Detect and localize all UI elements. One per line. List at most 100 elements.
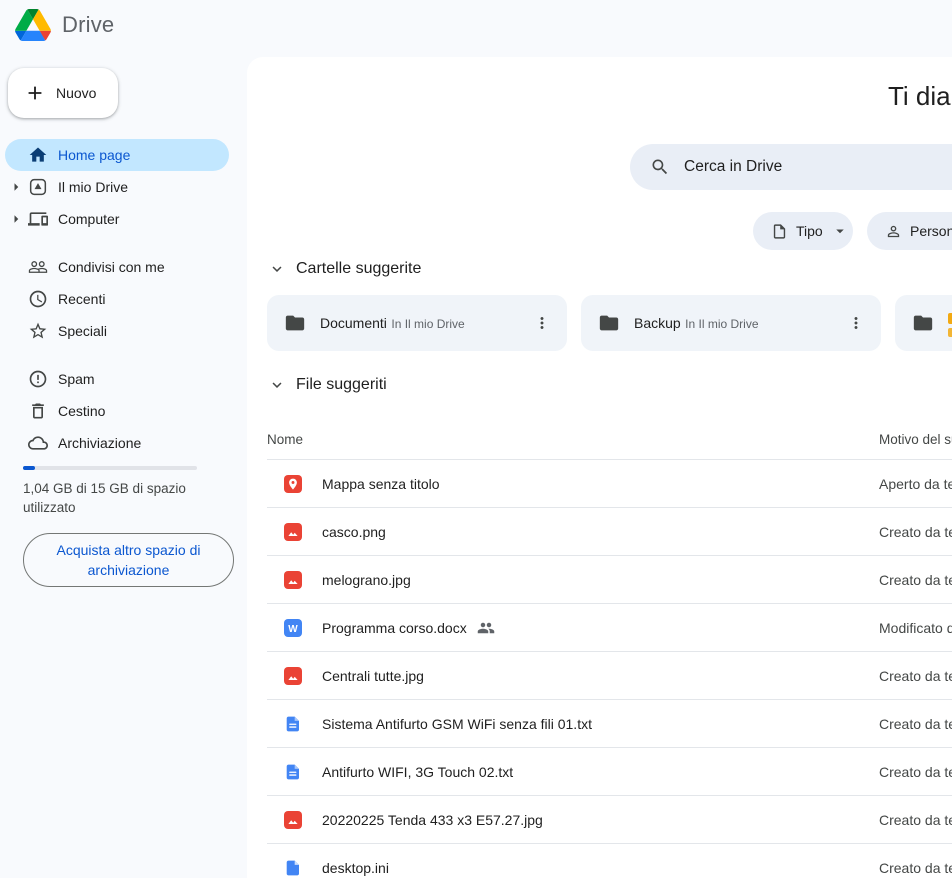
text-file-icon xyxy=(284,763,302,781)
file-name: Sistema Antifurto GSM WiFi senza fili 01… xyxy=(322,716,592,732)
sidebar-item-computers[interactable]: Computer xyxy=(5,203,229,235)
file-name: Antifurto WIFI, 3G Touch 02.txt xyxy=(322,764,513,780)
table-row[interactable]: Sistema Antifurto GSM WiFi senza fili 01… xyxy=(267,700,952,748)
storage-usage-text: 1,04 GB di 15 GB di spazio utilizzato xyxy=(23,479,209,517)
sidebar-item-spam[interactable]: Spam xyxy=(5,363,229,395)
search-icon xyxy=(650,157,670,177)
search-bar[interactable] xyxy=(630,144,952,190)
more-options-icon[interactable] xyxy=(843,310,869,336)
drive-logo-icon xyxy=(15,9,51,41)
filter-chip-people[interactable]: Persone xyxy=(867,212,952,250)
sidebar-item-storage[interactable]: Archiviazione xyxy=(5,427,229,459)
sidebar-item-label: Home page xyxy=(58,147,130,163)
folder-card-text xyxy=(948,310,952,337)
folder-card-text: Backup In Il mio Drive xyxy=(634,314,843,333)
shared-people-icon xyxy=(477,619,495,637)
chevron-down-icon xyxy=(268,260,286,278)
new-button[interactable]: Nuovo xyxy=(8,68,118,118)
expand-arrow-icon[interactable] xyxy=(7,178,25,196)
folder-card-clipped[interactable] xyxy=(895,295,952,351)
table-row[interactable]: casco.png Creato da te xyxy=(267,508,952,556)
file-name: Mappa senza titolo xyxy=(322,476,440,492)
file-name: melograno.jpg xyxy=(322,572,411,588)
folder-card-backup[interactable]: Backup In Il mio Drive xyxy=(581,295,881,351)
sidebar-item-home[interactable]: Home page xyxy=(5,139,229,171)
sidebar-item-label: Recenti xyxy=(58,291,105,307)
table-row[interactable]: desktop.ini Creato da te xyxy=(267,844,952,878)
file-reason: Aperto da te xyxy=(879,460,952,507)
table-row[interactable]: Mappa senza titolo Aperto da te xyxy=(267,460,952,508)
home-icon xyxy=(28,145,48,165)
file-name: 20220225 Tenda 433 x3 E57.27.jpg xyxy=(322,812,543,828)
sidebar-item-recent[interactable]: Recenti xyxy=(5,283,229,315)
map-file-icon xyxy=(284,475,302,493)
sidebar-item-label: Cestino xyxy=(58,403,105,419)
trash-icon xyxy=(28,401,48,421)
more-options-icon[interactable] xyxy=(529,310,555,336)
cloud-icon xyxy=(28,433,48,453)
column-header-reason[interactable]: Motivo del suggerimento xyxy=(879,432,952,447)
section-title: Cartelle suggerite xyxy=(296,260,421,278)
dropdown-arrow-icon xyxy=(831,222,849,240)
suggested-folders-header[interactable]: Cartelle suggerite xyxy=(268,260,421,278)
file-name: casco.png xyxy=(322,524,386,540)
sidebar-item-label: Il mio Drive xyxy=(58,179,128,195)
folder-card-documenti[interactable]: Documenti In Il mio Drive xyxy=(267,295,567,351)
file-name: Centrali tutte.jpg xyxy=(322,668,424,684)
person-icon xyxy=(885,223,902,240)
image-file-icon xyxy=(284,523,302,541)
file-table: Mappa senza titolo Aperto da te casco.pn… xyxy=(267,459,952,878)
table-row[interactable]: Centrali tutte.jpg Creato da te xyxy=(267,652,952,700)
app-title: Drive xyxy=(62,12,114,38)
filter-chip-label: Tipo xyxy=(796,223,823,239)
chevron-down-icon xyxy=(268,376,286,394)
table-header: Nome Motivo del suggerimento xyxy=(267,419,952,459)
plus-icon xyxy=(24,82,46,104)
folder-icon xyxy=(912,312,934,334)
sidebar-item-label: Condivisi con me xyxy=(58,259,165,275)
spam-icon xyxy=(28,369,48,389)
sidebar-item-trash[interactable]: Cestino xyxy=(5,395,229,427)
filter-chip-type[interactable]: Tipo xyxy=(753,212,853,250)
word-file-icon: W xyxy=(284,619,302,637)
file-reason: Creato da te xyxy=(879,796,952,843)
table-row[interactable]: melograno.jpg Creato da te xyxy=(267,556,952,604)
image-file-icon xyxy=(284,811,302,829)
text-file-icon xyxy=(284,715,302,733)
clipped-folder-location-fragment xyxy=(948,328,952,337)
file-reason: Modificato da te xyxy=(879,604,952,651)
svg-text:W: W xyxy=(288,624,298,635)
clock-icon xyxy=(28,289,48,309)
expand-arrow-icon[interactable] xyxy=(7,210,25,228)
search-input[interactable] xyxy=(684,158,952,176)
sidebar-item-label: Speciali xyxy=(58,323,107,339)
sidebar-item-label: Spam xyxy=(58,371,95,387)
file-reason: Creato da te xyxy=(879,556,952,603)
suggested-files-header[interactable]: File suggeriti xyxy=(268,376,387,394)
folder-location: In Il mio Drive xyxy=(685,317,758,331)
main-panel: Ti diamo il benvenuto in Drive Tipo Pers… xyxy=(247,57,952,878)
file-reason: Creato da te xyxy=(879,748,952,795)
sidebar-item-my-drive[interactable]: Il mio Drive xyxy=(5,171,229,203)
table-row[interactable]: Antifurto WIFI, 3G Touch 02.txt Creato d… xyxy=(267,748,952,796)
folder-icon xyxy=(598,312,620,334)
sidebar-item-starred[interactable]: Speciali xyxy=(5,315,229,347)
buy-storage-button[interactable]: Acquista altro spazio di archiviazione xyxy=(23,533,234,587)
file-name: Programma corso.docx xyxy=(322,620,467,636)
nav-spacer xyxy=(0,235,247,251)
image-file-icon xyxy=(284,667,302,685)
file-reason: Creato da te xyxy=(879,844,952,878)
image-file-icon xyxy=(284,571,302,589)
my-drive-icon xyxy=(28,177,48,197)
table-row[interactable]: 20220225 Tenda 433 x3 E57.27.jpg Creato … xyxy=(267,796,952,844)
sidebar-item-shared-with-me[interactable]: Condivisi con me xyxy=(5,251,229,283)
column-header-name[interactable]: Nome xyxy=(267,432,303,447)
section-title: File suggeriti xyxy=(296,376,387,394)
nav-spacer xyxy=(0,347,247,363)
drive-logo-row[interactable]: Drive xyxy=(15,9,114,41)
new-button-label: Nuovo xyxy=(56,85,96,101)
people-icon xyxy=(28,257,48,277)
file-reason: Creato da te xyxy=(879,700,952,747)
table-row[interactable]: W Programma corso.docx Modificato da te xyxy=(267,604,952,652)
sidebar-item-label: Archiviazione xyxy=(58,435,141,451)
